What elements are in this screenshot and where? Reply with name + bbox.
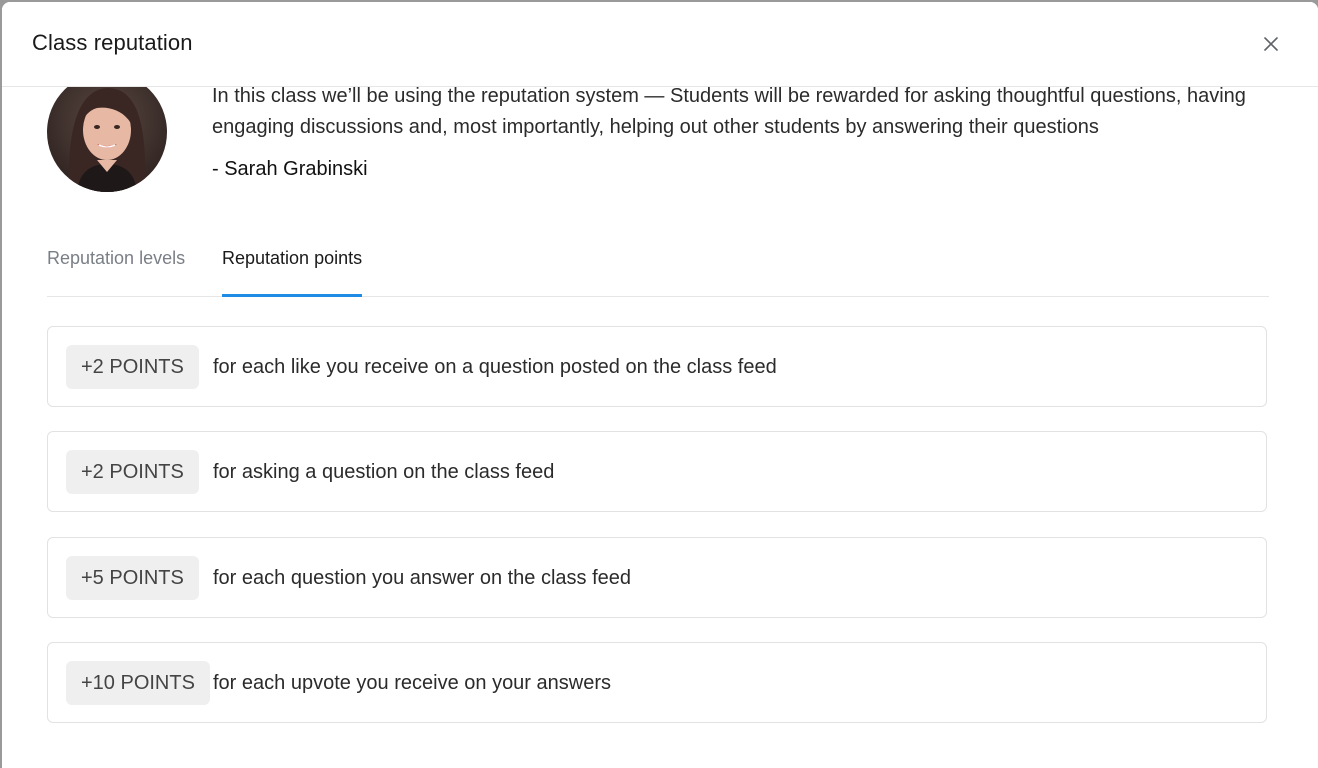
dialog-header: Class reputation bbox=[2, 2, 1318, 87]
points-rule-card: +10 POINTS for each upvote you receive o… bbox=[47, 642, 1267, 723]
points-rule-text: for each upvote you receive on your answ… bbox=[213, 672, 611, 694]
points-rule-card: +2 POINTS for asking a question on the c… bbox=[47, 431, 1267, 512]
avatar-photo bbox=[47, 72, 167, 192]
points-rule-text: for each question you answer on the clas… bbox=[213, 567, 632, 589]
points-rule-text: for asking a question on the class feed bbox=[213, 461, 555, 483]
points-badge: +5 POINTS bbox=[66, 556, 199, 600]
points-rule-card: +5 POINTS for each question you answer o… bbox=[47, 537, 1267, 618]
reputation-tabs: Reputation levels Reputation points bbox=[47, 230, 1269, 297]
points-rule-text: for each like you receive on a question … bbox=[213, 356, 777, 378]
quote-author: - Sarah Grabinski bbox=[212, 158, 368, 180]
close-icon[interactable] bbox=[1261, 34, 1281, 54]
dialog-title: Class reputation bbox=[32, 30, 193, 55]
instructor-quote: In this class we’ll be using the reputat… bbox=[212, 85, 1246, 138]
class-reputation-dialog: Class reputation In this class we’ll be … bbox=[2, 2, 1318, 768]
tab-reputation-points[interactable]: Reputation points bbox=[222, 230, 363, 297]
points-rule-card: +2 POINTS for each like you receive on a… bbox=[47, 326, 1267, 407]
points-badge: +2 POINTS bbox=[66, 450, 199, 494]
instructor-avatar bbox=[47, 72, 167, 192]
points-badge: +2 POINTS bbox=[66, 345, 199, 389]
tab-reputation-levels[interactable]: Reputation levels bbox=[47, 230, 185, 296]
points-badge: +10 POINTS bbox=[66, 661, 210, 705]
